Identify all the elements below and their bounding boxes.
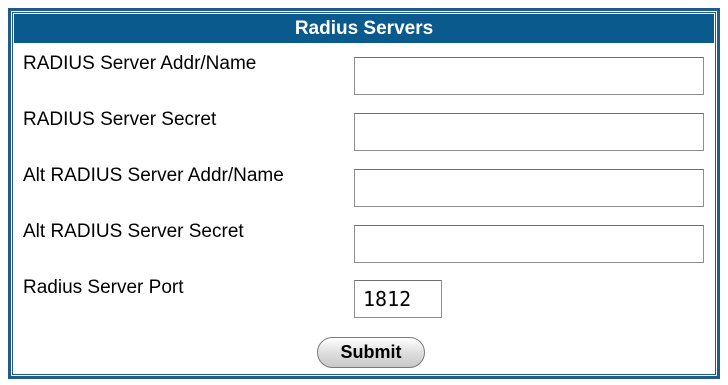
form-row-radius-server-addr: RADIUS Server Addr/Name	[14, 43, 714, 99]
radius-server-addr-input[interactable]	[354, 57, 704, 95]
submit-button[interactable]: Submit	[317, 337, 425, 368]
form-row-alt-radius-server-secret: Alt RADIUS Server Secret	[14, 211, 714, 267]
form-row-radius-server-port: Radius Server Port	[14, 267, 714, 323]
radius-server-addr-label: RADIUS Server Addr/Name	[23, 53, 257, 74]
alt-radius-server-secret-input[interactable]	[354, 225, 704, 263]
form-row-radius-server-secret: RADIUS Server Secret	[14, 99, 714, 155]
form-row-alt-radius-server-addr: Alt RADIUS Server Addr/Name	[14, 155, 714, 211]
radius-server-secret-label: RADIUS Server Secret	[23, 109, 217, 130]
radius-server-port-input[interactable]	[354, 280, 442, 318]
radius-server-secret-input[interactable]	[354, 113, 704, 151]
panel-title: Radius Servers	[14, 14, 714, 43]
radius-servers-panel: Radius Servers RADIUS Server Addr/Name R…	[8, 8, 720, 379]
radius-server-port-label: Radius Server Port	[23, 277, 184, 298]
alt-radius-server-addr-input[interactable]	[354, 169, 704, 207]
alt-radius-server-addr-label: Alt RADIUS Server Addr/Name	[23, 165, 284, 186]
alt-radius-server-secret-label: Alt RADIUS Server Secret	[23, 221, 244, 242]
